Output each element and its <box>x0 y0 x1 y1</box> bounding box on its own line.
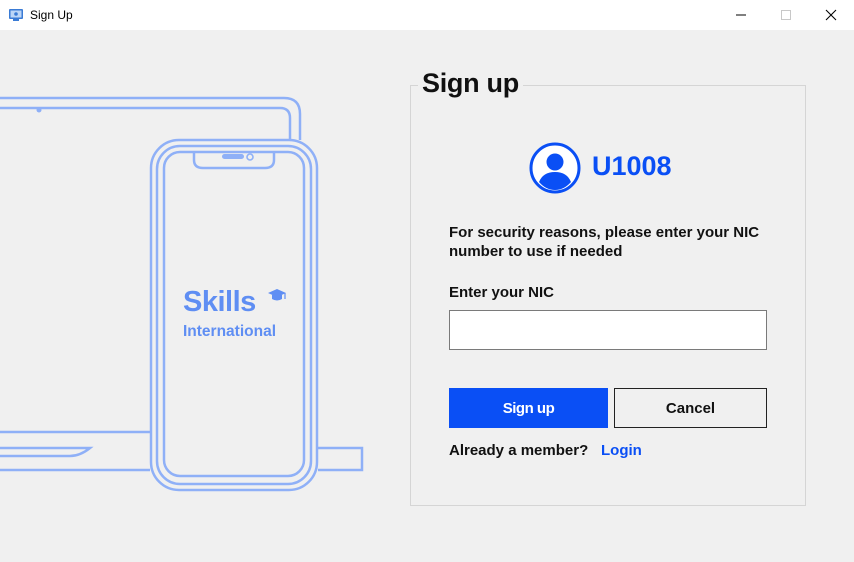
user-avatar-icon <box>529 142 581 194</box>
logo-text-skills: Skills <box>183 286 256 318</box>
graduation-cap-icon <box>268 289 286 301</box>
login-link[interactable]: Login <box>601 442 642 459</box>
skills-logo: Skills International <box>183 286 293 346</box>
devices-illustration <box>0 96 364 492</box>
sign-up-window: Sign Up Skills International Sign up U10… <box>0 0 854 562</box>
maximize-icon <box>781 10 791 20</box>
nic-label: Enter your NIC <box>449 284 555 301</box>
nic-input[interactable] <box>449 310 767 350</box>
minimize-icon <box>736 14 746 16</box>
panel-title: Sign up <box>418 68 523 99</box>
maximize-button[interactable] <box>763 0 809 30</box>
window-title: Sign Up <box>30 8 73 22</box>
app-window-icon <box>9 9 23 21</box>
user-id-label: U1008 <box>592 151 672 181</box>
signup-button[interactable]: Sign up <box>449 388 608 428</box>
cancel-button[interactable]: Cancel <box>614 388 767 428</box>
member-prompt: Already a member? <box>449 442 589 459</box>
logo-text-international: International <box>183 323 277 340</box>
title-bar: Sign Up <box>0 0 854 30</box>
close-icon <box>825 9 837 21</box>
minimize-button[interactable] <box>718 0 764 30</box>
security-message: For security reasons, please enter your … <box>449 224 760 260</box>
close-button[interactable] <box>808 0 854 30</box>
